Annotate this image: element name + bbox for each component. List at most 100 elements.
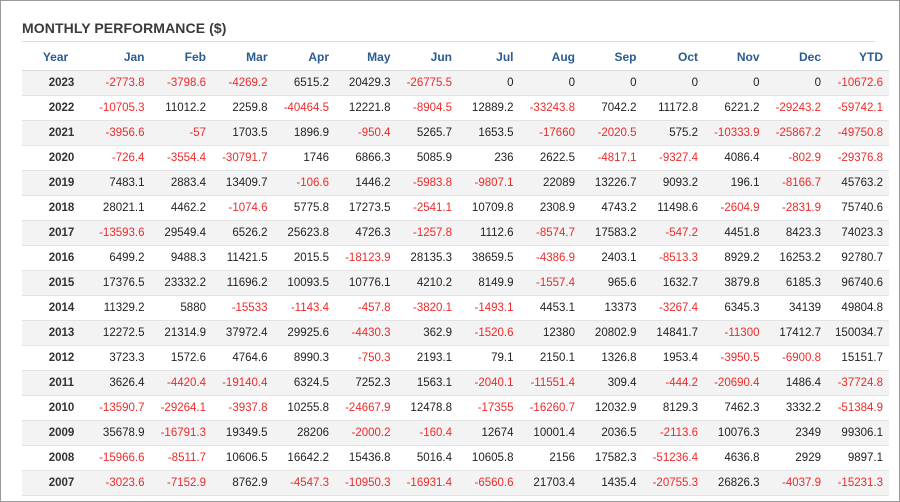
month-value-cell: 5775.8 xyxy=(273,195,335,221)
year-cell: 2013 xyxy=(22,320,89,346)
table-header-row: Year Jan Feb Mar Apr May Jun Jul Aug Sep… xyxy=(22,44,889,71)
month-value-cell: -4269.2 xyxy=(212,70,274,96)
month-value-cell: 1563.1 xyxy=(396,370,458,396)
table-row: 2017 -13593.6 29549.4 6526.2 25623.8 4726.3 -1… xyxy=(22,220,889,246)
month-value-cell: -40464.5 xyxy=(273,95,335,121)
month-value-cell: -7152.9 xyxy=(150,470,212,496)
ytd-cell: 49804.8 xyxy=(827,295,889,321)
month-value-cell: 6185.3 xyxy=(765,270,827,296)
month-value-cell: 7483.1 xyxy=(89,170,151,196)
month-value-cell: -1143.4 xyxy=(273,295,335,321)
table-row: 2023 -2773.8 -3798.6 -4269.2 6515.2 20429.3 -2… xyxy=(22,70,889,96)
month-value-cell: -106.6 xyxy=(273,170,335,196)
month-value-cell: -29243.2 xyxy=(765,95,827,121)
month-value-cell: 6324.5 xyxy=(273,370,335,396)
month-value-cell: 8929.2 xyxy=(704,245,766,271)
month-value-cell: 2403.1 xyxy=(581,245,643,271)
month-value-cell: 5265.7 xyxy=(396,120,458,146)
month-value-cell: -3554.4 xyxy=(150,145,212,171)
month-value-cell: -5983.8 xyxy=(396,170,458,196)
month-value-cell: 15436.8 xyxy=(335,445,397,471)
table-row: 2013 12272.5 21314.9 37972.4 29925.6 -4430.3 3… xyxy=(22,320,889,346)
month-value-cell: 29549.4 xyxy=(150,220,212,246)
month-value-cell: 1746 xyxy=(273,145,335,171)
month-value-cell: 1653.5 xyxy=(458,120,520,146)
month-value-cell: 4453.1 xyxy=(519,295,581,321)
month-value-cell: 17273.5 xyxy=(335,195,397,221)
month-value-cell: -15533 xyxy=(212,295,274,321)
year-cell: 2019 xyxy=(22,170,89,196)
ytd-cell: -51384.9 xyxy=(827,395,889,421)
month-value-cell: 10776.1 xyxy=(335,270,397,296)
month-value-cell: -10705.3 xyxy=(89,95,151,121)
month-value-cell: 17582.3 xyxy=(581,445,643,471)
month-value-cell: -30791.7 xyxy=(212,145,274,171)
column-header-mar: Mar xyxy=(212,44,274,71)
column-header-oct: Oct xyxy=(642,44,704,71)
month-value-cell: 13226.7 xyxy=(581,170,643,196)
month-value-cell: -18123.9 xyxy=(335,245,397,271)
year-cell: 2012 xyxy=(22,345,89,371)
month-value-cell: -20755.3 xyxy=(642,470,704,496)
month-value-cell: 35678.9 xyxy=(89,420,151,446)
year-cell: 2023 xyxy=(22,70,89,96)
month-value-cell: -17660 xyxy=(519,120,581,146)
month-value-cell: -10950.3 xyxy=(335,470,397,496)
month-value-cell: 21703.4 xyxy=(519,470,581,496)
table-body: 2023 -2773.8 -3798.6 -4269.2 6515.2 20429.3 -2… xyxy=(22,70,889,496)
month-value-cell: 19349.5 xyxy=(212,420,274,446)
month-value-cell: -25867.2 xyxy=(765,120,827,146)
month-value-cell: 10605.8 xyxy=(458,445,520,471)
month-value-cell: -8574.7 xyxy=(519,220,581,246)
ytd-cell: -10672.6 xyxy=(827,70,889,96)
column-header-dec: Dec xyxy=(765,44,827,71)
month-value-cell: 5880 xyxy=(150,295,212,321)
column-header-jul: Jul xyxy=(458,44,520,71)
table-row: 2018 28021.1 4462.2 -1074.6 5775.8 17273.5 -25… xyxy=(22,195,889,221)
year-cell: 2016 xyxy=(22,245,89,271)
table-row: 2010 -13590.7 -29264.1 -3937.8 10255.8 -24667… xyxy=(22,395,889,421)
month-value-cell: -726.4 xyxy=(89,145,151,171)
month-value-cell: 16253.2 xyxy=(765,245,827,271)
month-value-cell: 0 xyxy=(642,70,704,96)
column-header-nov: Nov xyxy=(704,44,766,71)
month-value-cell: 14841.7 xyxy=(642,320,704,346)
ytd-cell: 9897.1 xyxy=(827,445,889,471)
ytd-cell: 75740.6 xyxy=(827,195,889,221)
month-value-cell: 0 xyxy=(519,70,581,96)
month-value-cell: 1896.9 xyxy=(273,120,335,146)
table-row: 2007 -3023.6 -7152.9 8762.9 -4547.3 -10950.3-… xyxy=(22,470,889,496)
month-value-cell: 11172.8 xyxy=(642,95,704,121)
column-header-jun: Jun xyxy=(396,44,458,71)
month-value-cell: 6221.2 xyxy=(704,95,766,121)
month-value-cell: 12032.9 xyxy=(581,395,643,421)
month-value-cell: -1557.4 xyxy=(519,270,581,296)
month-value-cell: 8149.9 xyxy=(458,270,520,296)
month-value-cell: 1632.7 xyxy=(642,270,704,296)
month-value-cell: 28135.3 xyxy=(396,245,458,271)
month-value-cell: -16260.7 xyxy=(519,395,581,421)
month-value-cell: -8511.7 xyxy=(150,445,212,471)
month-value-cell: 12478.8 xyxy=(396,395,458,421)
month-value-cell: 16642.2 xyxy=(273,445,335,471)
month-value-cell: -160.4 xyxy=(396,420,458,446)
month-value-cell: -16931.4 xyxy=(396,470,458,496)
month-value-cell: -3798.6 xyxy=(150,70,212,96)
month-value-cell: 1446.2 xyxy=(335,170,397,196)
month-value-cell: 2259.8 xyxy=(212,95,274,121)
month-value-cell: 2929 xyxy=(765,445,827,471)
table-row: 2016 6499.2 9488.3 11421.5 2015.5 -18123.9 281… xyxy=(22,245,889,271)
year-cell: 2009 xyxy=(22,420,89,446)
month-value-cell: -9807.1 xyxy=(458,170,520,196)
month-value-cell: 1703.5 xyxy=(212,120,274,146)
month-value-cell: 0 xyxy=(765,70,827,96)
month-value-cell: -20690.4 xyxy=(704,370,766,396)
month-value-cell: 236 xyxy=(458,145,520,171)
month-value-cell: 21314.9 xyxy=(150,320,212,346)
month-value-cell: -29264.1 xyxy=(150,395,212,421)
month-value-cell: -950.4 xyxy=(335,120,397,146)
month-value-cell: 7252.3 xyxy=(335,370,397,396)
month-value-cell: 575.2 xyxy=(642,120,704,146)
month-value-cell: 28206 xyxy=(273,420,335,446)
month-value-cell: -8904.5 xyxy=(396,95,458,121)
